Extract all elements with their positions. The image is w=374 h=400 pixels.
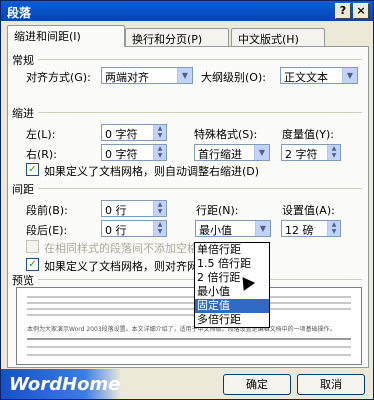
measure-field[interactable]: 2 字符 ▲ ▼ [281,144,341,161]
close-icon: × [356,4,366,17]
divider [38,188,362,189]
spacing-heading: 间距 [12,183,34,196]
dropdown-option[interactable]: 最小值 [195,285,269,299]
at-field[interactable]: 12 磅 ▲ ▼ [281,220,341,237]
tab-indent-spacing[interactable]: 缩进和间距(I) [7,25,125,47]
divider [38,112,362,113]
preview-line [27,296,351,298]
left-indent-label: 左(L): [26,128,56,141]
arrow-down-icon: ▼ [157,152,163,159]
preview-heading: 预览 [12,274,34,287]
spinner[interactable]: ▲ ▼ [153,125,166,140]
left-indent-field[interactable]: 0 字符 ▲ ▼ [101,124,167,141]
measure-label: 度量值(Y): [282,128,335,141]
no-space-same-style-checkbox[interactable] [26,240,39,253]
snap-to-grid-label: 如果定义了文档网格，则对齐网格 [44,260,209,273]
preview-line [27,354,351,356]
ok-button[interactable]: 确定 [223,374,291,395]
cancel-button[interactable]: 取消 [297,374,365,395]
space-before-label: 段前(B): [26,204,68,217]
dropdown-option[interactable]: 2 倍行距 [195,271,269,285]
dropdown-option[interactable]: 单倍行距 [195,243,269,257]
wordhome-logo: WordHome [1,369,121,399]
tab-panel: 常规 对齐方式(G): 两端对齐 ▼ 大纲级别(O): 正文文本 ▼ 缩进 左(… [7,46,369,368]
line-spacing-dropdown-list: 单倍行距 1.5 倍行距 2 倍行距 最小值 固定值 多倍行距 [194,242,270,328]
spinner[interactable]: ▲ ▼ [153,145,166,160]
arrow-down-icon: ▼ [157,208,163,215]
tab-bar: 缩进和间距(I) 换行和分页(P) 中文版式(H) [7,25,369,47]
space-after-label: 段后(E): [26,224,68,237]
help-button[interactable]: ? [335,3,351,19]
dropdown-option[interactable]: 多倍行距 [195,313,269,327]
arrow-up-icon: ▲ [331,221,337,228]
line-spacing-select[interactable]: 最小值 ▼ [195,220,271,237]
spinner[interactable]: ▲ ▼ [327,145,340,160]
title-bar: 段落 ? × [1,1,373,21]
space-before-field[interactable]: 0 行 ▲ ▼ [101,200,167,217]
general-heading: 常规 [12,54,34,67]
paragraph-dialog: 段落 ? × 缩进和间距(I) 换行和分页(P) 中文版式(H) 常规 对齐方式… [0,0,374,400]
arrow-up-icon: ▲ [157,201,163,208]
close-button[interactable]: × [353,3,369,19]
outline-level-label: 大纲级别(O): [201,71,266,84]
preview-line [27,308,351,310]
space-after-field[interactable]: 0 行 ▲ ▼ [101,220,167,237]
chevron-down-icon: ▼ [255,221,270,236]
alignment-label: 对齐方式(G): [26,71,91,84]
preview-line [27,346,351,348]
dropdown-option[interactable]: 1.5 倍行距 [195,257,269,271]
snap-to-grid-checkbox[interactable]: ✓ [26,258,39,271]
preview-line [27,338,351,340]
indent-heading: 缩进 [12,107,34,120]
chevron-down-icon: ▼ [254,145,269,160]
alignment-select[interactable]: 两端对齐 ▼ [101,67,193,84]
divider [38,59,362,60]
arrow-down-icon: ▼ [157,228,163,235]
preview-line [27,302,351,304]
preview-box: 本例为大家演示Word 2003段落设置。本文详细介绍了，适用于中文排版。段落设… [16,287,362,365]
right-indent-field[interactable]: 0 字符 ▲ ▼ [101,144,167,161]
arrow-down-icon: ▼ [331,228,337,235]
dialog-title: 段落 [7,6,32,20]
arrow-down-icon: ▼ [157,132,163,139]
right-indent-label: 右(R): [26,148,57,161]
preview-sample-text: 本例为大家演示Word 2003段落设置。本文详细介绍了，适用于中文排版。段落设… [27,326,336,333]
special-format-label: 特殊格式(S): [194,128,258,141]
arrow-down-icon: ▼ [331,152,337,159]
auto-adjust-right-indent-checkbox[interactable]: ✓ [26,163,39,176]
tab-line-page-breaks[interactable]: 换行和分页(P) [125,28,229,47]
arrow-up-icon: ▲ [157,221,163,228]
auto-adjust-right-indent-label: 如果定义了文档网格，则自动调整右缩进(D) [44,165,260,178]
arrow-up-icon: ▲ [157,145,163,152]
special-format-select[interactable]: 首行缩进 ▼ [194,144,270,161]
spinner[interactable]: ▲ ▼ [153,201,166,216]
line-spacing-label: 行距(N): [196,204,239,217]
at-label: 设置值(A): [282,204,335,217]
dropdown-option-selected[interactable]: 固定值 [195,299,269,313]
no-space-same-style-label: 在相同样式的段落间不添加空格 [44,242,198,255]
chevron-down-icon: ▼ [177,68,192,83]
arrow-up-icon: ▲ [157,125,163,132]
outline-level-select[interactable]: 正文文本 ▼ [280,67,358,84]
tab-chinese-typography[interactable]: 中文版式(H) [231,28,325,47]
chevron-down-icon: ▼ [342,68,357,83]
spinner[interactable]: ▲ ▼ [327,221,340,236]
spinner[interactable]: ▲ ▼ [153,221,166,236]
arrow-up-icon: ▲ [331,145,337,152]
